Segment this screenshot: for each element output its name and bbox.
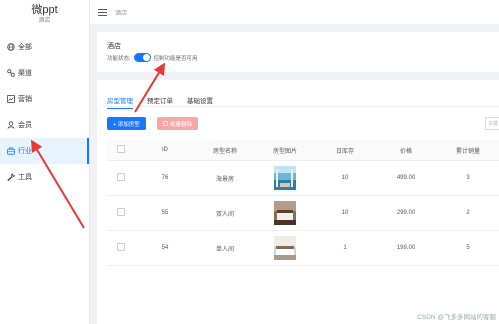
sidebar-item-label: 渠道: [18, 70, 32, 77]
trash-icon: [163, 120, 168, 128]
sidebar-item-label: 会员: [18, 122, 32, 129]
row-checkbox[interactable]: [117, 208, 125, 216]
room-management-card: 房型管理 预定订单 基础设置 + 添加房型 批量删除 关键 ID 房型名称 房型…: [97, 80, 499, 324]
globe-icon: [6, 43, 15, 52]
cell-sales: 5: [437, 230, 499, 266]
breadcrumb[interactable]: 酒店: [115, 8, 127, 17]
column-header-stock: 日库存: [315, 140, 375, 161]
sidebar-item-label: 工具: [18, 174, 32, 181]
sidebar-item-label: 全部: [18, 44, 32, 51]
sea-view-room-photo: [274, 166, 296, 190]
sidebar-menu: 全部 渠道 营销 会员 行业 工具: [0, 34, 89, 190]
user-icon: [6, 121, 15, 130]
cell-id: 76: [135, 160, 195, 196]
sidebar-item-all[interactable]: 全部: [0, 34, 89, 60]
cell-id: 55: [135, 195, 195, 231]
cell-name: 海景房: [195, 160, 255, 196]
brand-subtitle: 酒店: [38, 18, 51, 24]
channel-icon: [6, 69, 15, 78]
add-room-type-button[interactable]: + 添加房型: [107, 117, 146, 130]
cell-image: [255, 230, 315, 266]
cell-price: 299.00: [375, 195, 437, 231]
search-input[interactable]: 关键: [485, 117, 499, 130]
sidebar-item-industry[interactable]: 行业: [0, 138, 89, 164]
row-checkbox[interactable]: [117, 173, 125, 181]
watermark: CSDN @飞多多网站的客服: [417, 314, 496, 321]
status-label: 功能状态:: [107, 55, 131, 62]
sidebar: 微ppt 酒店 全部 渠道 营销 会员 行业 工具: [0, 0, 90, 324]
single-room-photo: [274, 236, 296, 260]
row-checkbox[interactable]: [117, 243, 125, 251]
chart-icon: [6, 95, 15, 104]
sidebar-item-label: 行业: [18, 148, 32, 155]
sidebar-item-tools[interactable]: 工具: [0, 164, 89, 190]
brand-title: 微ppt: [31, 4, 58, 16]
batch-delete-button[interactable]: 批量删除: [157, 117, 199, 130]
select-all-checkbox[interactable]: [117, 145, 125, 153]
cell-stock: 10: [315, 160, 375, 196]
top-header: 酒店: [90, 0, 499, 25]
sidebar-item-channel[interactable]: 渠道: [0, 60, 89, 86]
cell-sales: 2: [437, 195, 499, 231]
column-header-image: 房型图片: [255, 140, 315, 161]
briefcase-icon: [6, 147, 15, 156]
brand: 微ppt 酒店: [0, 0, 89, 32]
cell-price: 499.00: [375, 160, 437, 196]
room-type-table: ID 房型名称 房型图片 日库存 价格 累计销量 76 海景房 10 499.0…: [107, 140, 499, 266]
double-room-photo: [274, 201, 296, 225]
row-select[interactable]: [107, 195, 135, 231]
column-header-name: 房型名称: [195, 140, 255, 161]
feature-toggle-switch[interactable]: [133, 53, 151, 62]
cell-stock: 10: [315, 195, 375, 231]
feature-status-row: 功能状态: 控制功能是否可用: [107, 53, 198, 62]
cell-name: 双人间: [195, 195, 255, 231]
column-header-price: 价格: [375, 140, 437, 161]
menu-toggle-icon[interactable]: [98, 8, 107, 16]
cell-image: [255, 160, 315, 196]
sidebar-item-label: 营销: [18, 96, 32, 103]
table-row[interactable]: 54 单人间 1 199.00 5: [107, 230, 499, 266]
table-row[interactable]: 76 海景房 10 499.00 3: [107, 160, 499, 196]
sidebar-item-marketing[interactable]: 营销: [0, 86, 89, 112]
select-all-column[interactable]: [107, 140, 135, 161]
feature-title: 酒店: [107, 43, 121, 50]
cell-stock: 1: [315, 230, 375, 266]
cell-name: 单人间: [195, 230, 255, 266]
tab-divider: [107, 106, 499, 107]
table-header-row: ID 房型名称 房型图片 日库存 价格 累计销量: [107, 140, 499, 161]
status-description: 控制功能是否可用: [153, 55, 198, 62]
cell-price: 199.00: [375, 230, 437, 266]
feature-status-card: 酒店 功能状态: 控制功能是否可用: [97, 32, 499, 72]
table-row[interactable]: 55 双人间 10 299.00 2: [107, 195, 499, 231]
search-placeholder: 关键: [488, 121, 499, 127]
batch-delete-label: 批量删除: [170, 121, 193, 128]
column-header-id: ID: [135, 140, 195, 161]
row-select[interactable]: [107, 230, 135, 266]
tool-icon: [6, 173, 15, 182]
cell-id: 54: [135, 230, 195, 266]
sidebar-item-member[interactable]: 会员: [0, 112, 89, 138]
cell-image: [255, 195, 315, 231]
cell-sales: 3: [437, 160, 499, 196]
row-select[interactable]: [107, 160, 135, 196]
column-header-sales: 累计销量: [437, 140, 499, 161]
